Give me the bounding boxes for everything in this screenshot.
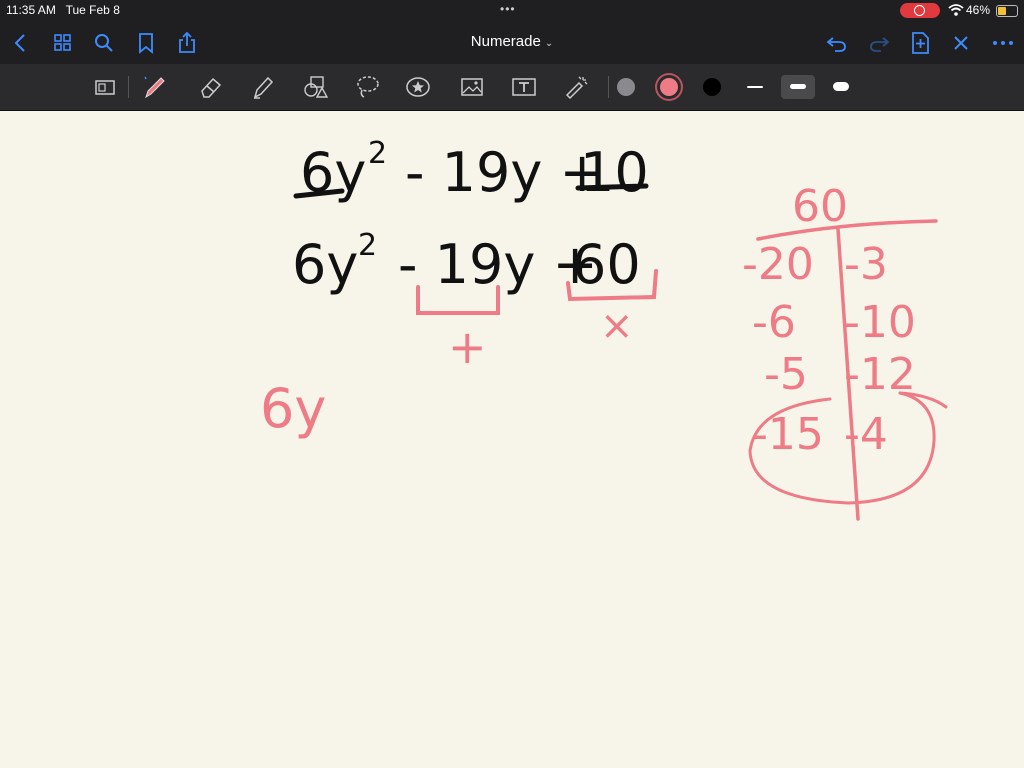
grid-view-icon[interactable] <box>50 30 76 56</box>
more-icon[interactable] <box>990 30 1016 56</box>
image-icon[interactable] <box>458 73 486 101</box>
factor-left-1: -6 <box>752 297 796 348</box>
equation-1-middle: - 19y + <box>405 141 605 204</box>
search-icon[interactable] <box>91 30 117 56</box>
factor-table-rows: -20-6-5-15-3-10-12-4 <box>742 239 916 460</box>
factor-right-0: -3 <box>844 239 888 290</box>
annotation-toolbar <box>0 64 1024 111</box>
stroke-width-thick[interactable] <box>824 75 858 99</box>
battery-icon <box>996 5 1018 17</box>
equation-1-right: 10 <box>580 141 649 204</box>
document-title-label: Numerade <box>470 33 541 50</box>
factor-left-0: -20 <box>742 239 814 290</box>
equation-2-left: 6y <box>292 233 358 296</box>
equation-1-exponent: 2 <box>368 136 387 171</box>
shapes-icon[interactable] <box>301 73 329 101</box>
text-box-icon[interactable] <box>510 73 538 101</box>
factor-table: 60 -20-6-5-15-3-10-12-4 <box>742 181 948 521</box>
page-thumbnail-icon[interactable] <box>91 73 119 101</box>
chevron-down-icon: ⌄ <box>544 38 554 49</box>
nav-bar: Numerade ⌄ <box>0 22 1024 64</box>
bracket-sum-symbol: + <box>448 320 487 374</box>
battery-fill <box>998 7 1007 15</box>
factor-right-3: -4 <box>844 409 888 460</box>
battery-percent: 46% <box>966 3 991 17</box>
equation-line-2: 6y 2 - 19y + 60 <box>292 228 641 296</box>
lasso-icon[interactable] <box>354 73 382 101</box>
factor-left-2: -5 <box>764 349 808 400</box>
share-icon[interactable] <box>174 30 200 56</box>
multitasking-dots[interactable]: ••• <box>500 2 516 16</box>
stroke-width-thin[interactable] <box>738 75 772 99</box>
add-page-icon[interactable] <box>907 30 933 56</box>
status-bar: 11:35 AM Tue Feb 8 ••• 46% <box>0 0 1024 22</box>
handwriting-layer: 6y 2 - 19y + 10 6y 2 - 19y + 60 + × 6y 6… <box>260 136 948 521</box>
document-title[interactable]: Numerade ⌄ <box>400 33 624 50</box>
undo-icon[interactable] <box>824 30 850 56</box>
eraser-icon[interactable] <box>197 73 225 101</box>
color-swatch-pink-selected[interactable] <box>660 78 678 96</box>
side-term: 6y <box>260 377 326 440</box>
highlighter-icon[interactable] <box>249 73 277 101</box>
bookmark-icon[interactable] <box>133 30 159 56</box>
toolbar-divider <box>128 76 129 98</box>
pen-icon[interactable] <box>140 73 168 101</box>
status-time: 11:35 AM Tue Feb 8 <box>6 3 120 17</box>
screen-recording-icon[interactable] <box>900 3 940 18</box>
stroke-width-medium-selected[interactable] <box>781 75 815 99</box>
underline-10 <box>575 183 649 191</box>
sticker-star-icon[interactable] <box>404 73 432 101</box>
toolbar-divider <box>608 76 609 98</box>
color-swatch-black[interactable] <box>703 78 721 96</box>
factor-table-header: 60 <box>792 181 848 232</box>
factor-right-1: -10 <box>844 297 916 348</box>
factor-left-3: -15 <box>752 409 824 460</box>
color-swatch-gray[interactable] <box>617 78 635 96</box>
back-icon[interactable] <box>8 30 34 56</box>
wifi-icon <box>948 4 964 16</box>
laser-pointer-icon[interactable] <box>562 73 590 101</box>
note-canvas[interactable]: 6y 2 - 19y + 10 6y 2 - 19y + 60 + × 6y 6… <box>0 111 1024 768</box>
equation-2-exponent: 2 <box>358 228 377 263</box>
close-icon[interactable] <box>948 30 974 56</box>
bracket-product-symbol: × <box>600 303 634 349</box>
redo-icon[interactable] <box>866 30 892 56</box>
equation-2-right: 60 <box>572 233 641 296</box>
equation-line-1: 6y 2 - 19y + 10 <box>300 136 649 204</box>
